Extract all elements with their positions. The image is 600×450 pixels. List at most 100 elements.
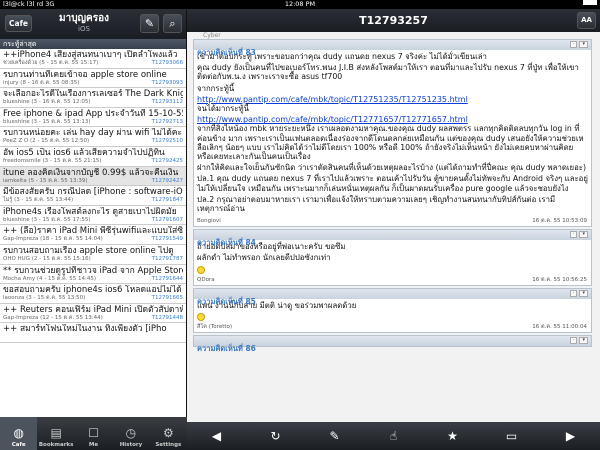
topic-author-date: iamkelta (5 - 15 ต.ค. 55 13:39) [3,177,88,184]
topic-meta: laoonza (3 - 15 ต.ค. 55 13:50) T12791665 [3,295,183,302]
tab-cafe[interactable]: ◍ Cafe [0,417,38,450]
cafe-button[interactable]: Cafe [5,15,32,32]
topic-title: itune ลองคิดเงินจากบัญชี 0.99$ แล้วจะคืน… [3,167,179,178]
like-icon[interactable]: ☝ [379,429,409,443]
topic-author-date: injury (8 - 16 ต.ค. 55 08:35) [3,79,80,86]
comment-actions: · ▾ [569,337,588,345]
topic-author-date: OHO HUG (2 - 15 ต.ค. 55 15:16) [3,255,91,262]
open-book-icon[interactable]: ▭ [497,429,527,443]
comment-card: ความคิดเห็นที่ 86 · ▾ [193,335,592,353]
comment-card: ความคิดเห็นที่ 83 · ▾ เข้ามาตอบกระทู้ เพราะ… [193,39,592,228]
comment-number: ความคิดเห็นที่ 86 [197,344,256,354]
font-size-button[interactable]: AA [577,12,596,29]
topic-author-date: ไม่รู้ (3 - 15 ต.ค. 55 13:44) [3,197,74,204]
topic-author-date: PeeZ Z O (2 - 15 ต.ค. 55 12:50) [3,138,90,145]
topic-list-item[interactable]: iPhone4s เรื่องโพสต์ลงกะไร ดูสายเบาไปผิด… [0,205,186,226]
clock: 12:08 PM [284,0,316,8]
detail-toolbar: ◀ ↻ ✎ ☝ ★ ▭ ▶ [187,422,600,450]
topic-list-item[interactable]: ** รบกวนช่วยดูรูปที่ชาวจ iPad จาก Apple … [0,264,186,285]
menu-chip[interactable]: ▾ [579,41,588,48]
menu-chip[interactable]: ▾ [579,231,588,239]
previous-author: Cyber [203,32,221,39]
topic-list-item[interactable]: ขอสอบถามครับ iphone4s ios6 โหลดแอปไม่ได้… [0,284,186,304]
topic-title: มีข้อสงสัยครับ กรณีปลด [iPhone : softwar… [3,187,183,198]
topic-meta: injury (8 - 16 ต.ค. 55 08:35) T12793093 [3,80,183,87]
reply-chip[interactable]: · [569,41,578,48]
reply-chip[interactable]: · [569,231,578,239]
cafe-icon: ◍ [13,426,24,440]
comment-paragraph: คุณ dudy ยังเป็นคนที่ไปขอเบอร์โทร.พนง J.… [197,63,579,82]
comment-author: QDora [197,276,215,283]
smiley-icon [197,313,205,322]
battery-icon [583,0,597,5]
topic-meta: blueshine (3 - 16 ต.ค. 55 12:05) T1279311… [3,99,183,106]
compose-button[interactable]: ✎ [140,14,159,33]
topic-list-item[interactable]: มีข้อสงสัยครับ กรณีปลด [iPhone : softwar… [0,186,186,206]
tab-settings[interactable]: ⚙ Settings [150,417,187,450]
menu-chip[interactable]: ▾ [579,289,588,297]
tab-history[interactable]: ◷ History [112,417,149,450]
topic-list-item[interactable]: ++ Reuters คอนเฟิร์ม iPad Mini เปิดตัวสั… [0,303,186,324]
topic-id-title: T12793257 [359,14,428,27]
comment-date: 16 ต.ค. 55 11:00:04 [532,324,587,331]
topic-meta: blueshine (3 - 15 ต.ค. 55 13:13) T1279271… [3,119,183,126]
topic-list-item[interactable]: อัพ ios5 เป็น ios6 แล้วเสียความจำไปปฏิทิ… [0,146,186,167]
tab-bookmarks[interactable]: ▤ Bookmarks [37,417,74,450]
topic-list-item[interactable]: ++ (ลือ)ราคา iPad Mini พีซีรุ่นwifiและแบ… [0,225,186,245]
tab-label: Me [88,442,99,448]
topic-meta: PeeZ Z O (2 - 15 ต.ค. 55 12:50) T12792510 [3,138,183,145]
comment-link[interactable]: http://www.pantip.com/cafe/mbk/topic/T12… [197,95,468,104]
comment-date: 16 ต.ค. 55 10:53:09 [532,218,587,225]
topic-title: Free iphone & ipad App ประจำวันที่ 15-10… [3,108,183,119]
topic-list-item[interactable]: Free iphone & ipad App ประจำวันที่ 15-10… [0,107,186,128]
topic-meta: ช่วยเครื่องด้วย (5 - 15 ต.ค. 55 15:17) T1… [3,60,183,67]
topic-meta: freedomsmile (3 - 15 ต.ค. 55 21:15) T1279… [3,158,183,165]
back-icon[interactable]: ◀ [202,429,232,443]
comment-header: ความคิดเห็นที่ 84 · ▾ [194,230,591,247]
topic-list-item[interactable]: ++iPhone4 เสียงสู่สนทนาเบาๆ เปิดลำโพงแล้… [0,49,186,69]
tab-label: Bookmarks [38,442,74,448]
me-icon: ☐ [88,426,99,440]
comment-link[interactable]: http://www.pantip.com/cafe/mbk/topic/T12… [197,115,468,124]
topic-title: จะเลือกอะไรดีในเรื่องการเลเซอร์ The Dark… [3,89,183,100]
topic-id: T12792425 [151,157,183,164]
comment-header: ความคิดเห็นที่ 86 · ▾ [194,336,591,353]
topic-meta: ไม่รู้ (3 - 15 ต.ค. 55 13:44) T12791847 [3,197,183,204]
reply-chip[interactable]: · [569,337,578,345]
comment-actions: · ▾ [569,231,588,239]
compose-icon[interactable]: ✎ [320,429,350,443]
topic-author-date: laoonza (3 - 15 ต.ค. 55 13:50) [3,295,86,302]
forum-title: มาบุญครอง [58,13,110,24]
topic-id: T12792713 [151,118,183,125]
menu-chip[interactable]: ▾ [579,337,588,345]
comment-paragraph: ฝากให้คิดและใจเย็นกันซักนิด ว่าเราตัดสิน… [197,163,587,173]
search-button[interactable]: ⌕ [163,14,182,33]
topic-author-date: blueshine (3 - 16 ต.ค. 55 12:05) [3,99,91,106]
star-icon[interactable]: ★ [438,429,468,443]
topic-title: ++iPhone4 เสียงสู่สนทนาเบาๆ เปิดลำโพงแล้… [3,50,178,60]
topic-list-item[interactable]: ++ สมาร์ทโฟนใหม่ในงาน ทิ้งเพียงตัว [iPho [0,323,186,343]
topic-title: รบกวนท่านที่เคยเข้าจอ apple store online [3,69,167,80]
topic-list-item[interactable]: จะเลือกอะไรดีในเรื่องการเลเซอร์ The Dark… [0,88,186,108]
topic-list-item[interactable]: รบกวนท่านที่เคยเข้าจอ apple store online… [0,68,186,89]
topic-list-item[interactable]: itune ลองคิดเงินจากบัญชี 0.99$ แล้วจะคืน… [0,166,186,187]
comment-paragraph: ปล.1 คุณ dudy แถนดย nexus 7 ที่เราไปแล้ว… [197,174,588,193]
forward-icon[interactable]: ▶ [556,429,586,443]
topic-meta: Gap-Impreza (18 - 15 ต.ค. 55 14:04) T1279… [3,236,183,243]
tab-me[interactable]: ☐ Me [75,417,112,450]
comment-card: ความคิดเห็นที่ 84 · ▾ ถ้ายอดปัลมาของหรืออยู… [193,229,592,286]
topic-list-item[interactable]: รบกวนสอบถามเรื่อง apple store online ไปด… [0,244,186,265]
comment-paragraph: จนได้มากระทู้นี้ [197,104,249,114]
comment-actions: · ▾ [569,41,588,48]
topic-author-date: Gap-Impreza (12 - 15 ต.ค. 55 13:44) [3,314,103,321]
comment-thread[interactable]: Cyber ความคิดเห็นที่ 83 · ▾ เข้ามาตอบกระทู้… [187,32,600,422]
topic-id: T12793066 [151,60,183,66]
topic-title: ++ สมาร์ทโฟนใหม่ในงาน ทิ้งเพียงตัว [iPho [3,324,167,335]
topic-id: T12791787 [151,255,183,262]
topic-list-item[interactable]: รบกวนหน่อยคะ เล่น hay day ผ่าน wifi ไม่ไ… [0,127,186,147]
topic-id: T12793112 [151,99,183,106]
reply-chip[interactable]: · [569,289,578,297]
comment-footer: สีโค (Toretto) 16 ต.ค. 55 11:00:04 [194,323,591,332]
comment-body: เข้ามาตอบกระทู้ เพราะขอบอกว่าคุณ dudy แถ… [194,50,591,217]
refresh-icon[interactable]: ↻ [261,429,291,443]
